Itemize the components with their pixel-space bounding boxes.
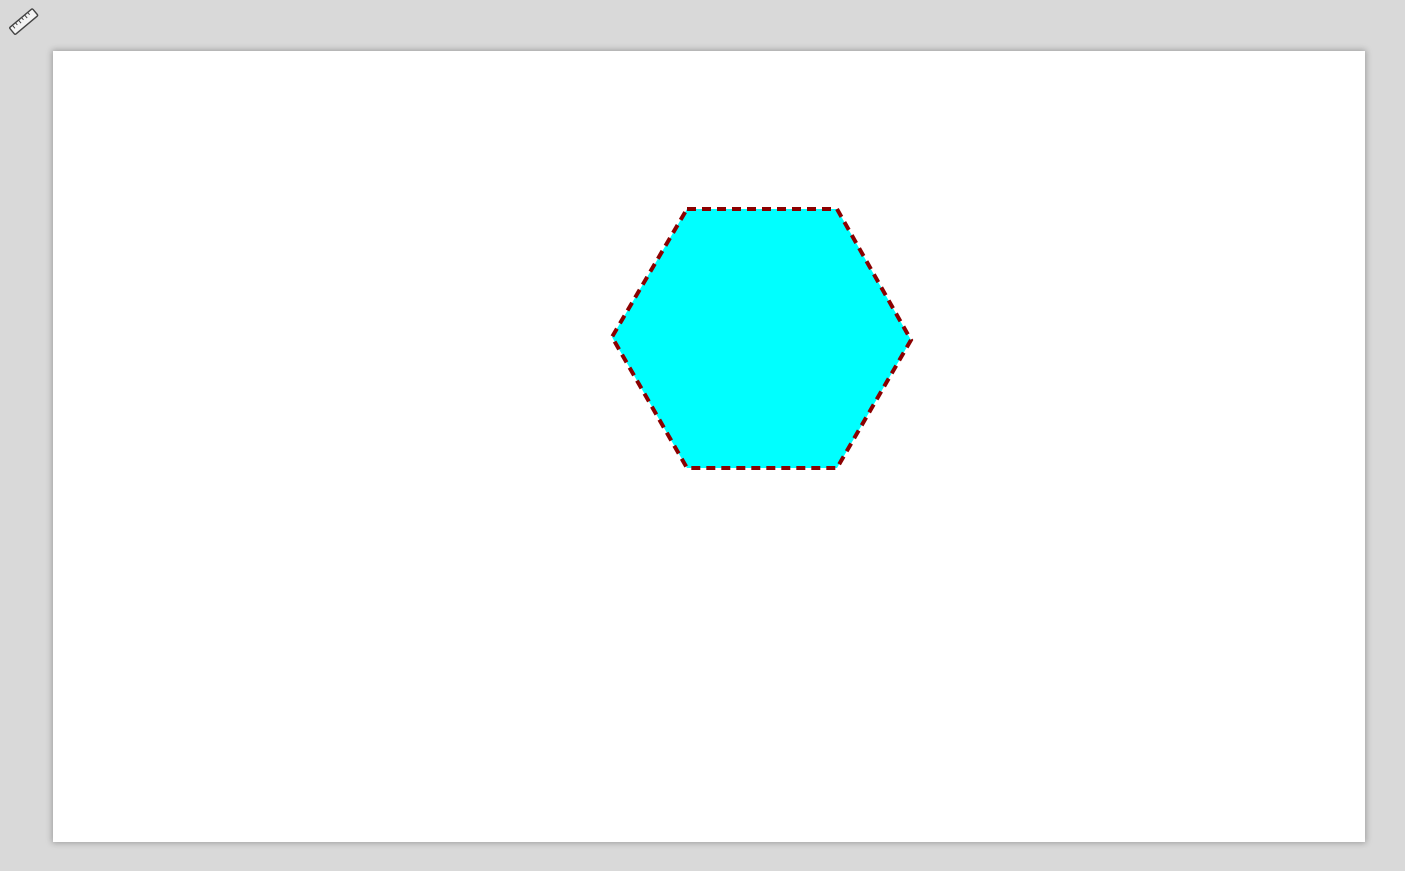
hexagon-shape[interactable]	[609, 207, 914, 470]
ruler-tool-button[interactable]	[6, 4, 42, 40]
drawing-canvas[interactable]	[53, 51, 1365, 842]
ruler-icon	[9, 8, 39, 35]
canvas-svg	[609, 207, 914, 470]
workspace	[0, 0, 1405, 871]
